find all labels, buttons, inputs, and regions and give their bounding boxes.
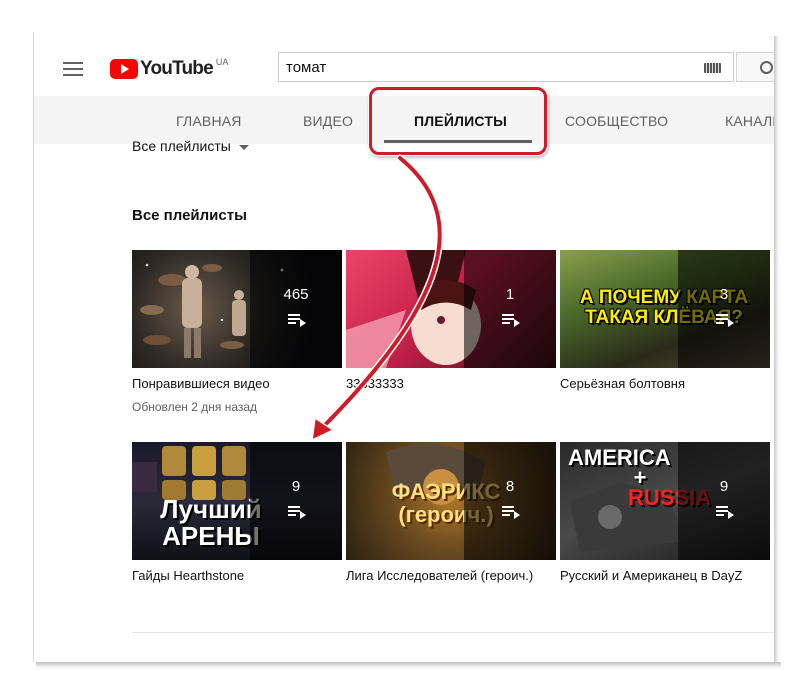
annotation-arrow <box>311 154 444 442</box>
